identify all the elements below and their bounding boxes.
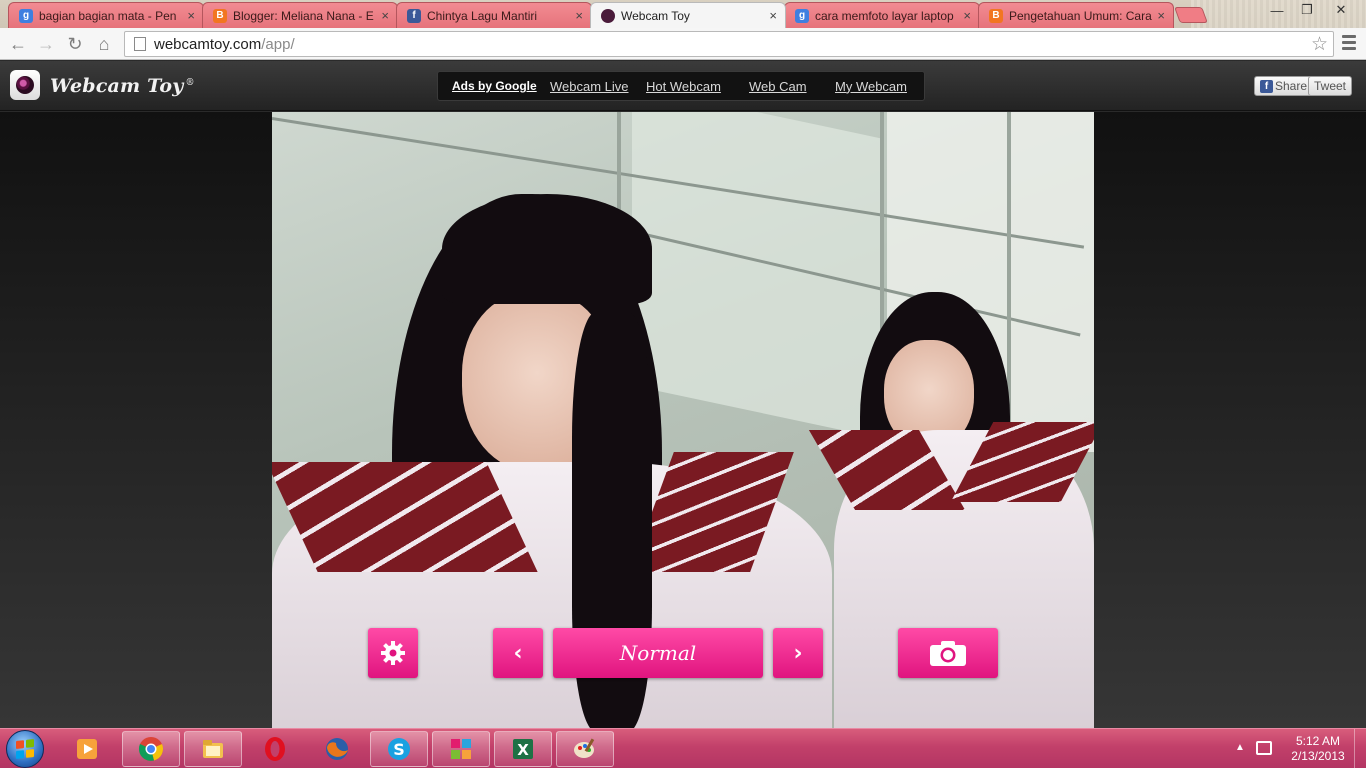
next-effect-button[interactable]: › — [773, 628, 823, 678]
settings-button[interactable] — [368, 628, 418, 678]
google-icon: g — [795, 8, 809, 23]
share-label: Share — [1275, 79, 1308, 93]
facebook-icon: f — [407, 8, 421, 23]
action-center-icon[interactable] — [1256, 741, 1272, 755]
blogger-icon: B — [989, 8, 1003, 23]
forward-arrow-icon[interactable]: → — [34, 32, 58, 56]
tab-title: Chintya Lagu Mantiri — [427, 8, 538, 23]
site-title: Webcam Toy ® — [50, 75, 195, 97]
page-icon — [134, 37, 146, 51]
google-icon: g — [19, 8, 33, 23]
close-tab-icon[interactable]: × — [765, 8, 777, 23]
tab-webcam-toy[interactable]: Webcam Toy × — [590, 2, 786, 28]
file-explorer-icon — [203, 740, 223, 758]
ads-by-google-link[interactable]: Ads by Google — [452, 79, 537, 93]
ad-link-hot-webcam[interactable]: Hot Webcam — [646, 79, 721, 94]
chevron-right-icon: › — [793, 640, 803, 666]
take-snapshot-button[interactable] — [898, 628, 998, 678]
taskbar-skype[interactable]: S — [370, 731, 428, 767]
photo-gallery-icon — [451, 739, 471, 759]
ad-links-bar: Ads by Google Webcam Live Hot Webcam Web… — [437, 71, 925, 101]
taskbar-photo-gallery[interactable] — [432, 731, 490, 767]
taskbar-media-player[interactable] — [58, 731, 116, 767]
opera-icon — [265, 737, 285, 761]
facebook-icon: f — [1260, 79, 1273, 93]
back-arrow-icon[interactable]: ← — [6, 32, 30, 56]
site-header: Webcam Toy ® Ads by Google Webcam Live Ho… — [0, 61, 1366, 111]
windows-logo-icon — [16, 739, 34, 759]
chrome-icon — [138, 737, 164, 761]
webcamtoy-icon — [601, 8, 615, 23]
close-tab-icon[interactable]: × — [1153, 8, 1165, 23]
tab-title: Pengetahuan Umum: Cara — [1009, 8, 1152, 23]
menu-icon[interactable] — [1342, 35, 1356, 53]
clock-time: 5:12 AM — [1295, 734, 1341, 748]
previous-effect-button[interactable]: ‹ — [493, 628, 543, 678]
excel-icon: X — [513, 739, 533, 759]
skype-icon: S — [388, 738, 410, 760]
close-window-icon[interactable]: ✕ — [1326, 0, 1356, 20]
windows-taskbar: S X ▲ 5:12 AM 2/13/2013 — [0, 728, 1366, 768]
registered-mark: ® — [185, 77, 195, 88]
start-button[interactable] — [6, 730, 44, 768]
browser-toolbar: ← → ↻ ⌂ webcamtoy.com/app/ ☆ — [0, 28, 1366, 60]
taskbar-explorer[interactable] — [184, 731, 242, 767]
taskbar-chrome[interactable] — [122, 731, 180, 767]
firefox-icon — [326, 738, 348, 760]
system-clock[interactable]: 5:12 AM 2/13/2013 — [1283, 734, 1353, 764]
facebook-share-button[interactable]: f Share — [1254, 76, 1314, 96]
tweet-button[interactable]: Tweet — [1308, 76, 1353, 96]
chevron-left-icon: ‹ — [513, 640, 523, 666]
reload-icon[interactable]: ↻ — [63, 32, 87, 56]
tab-blogger[interactable]: B Blogger: Meliana Nana - E × — [202, 2, 398, 28]
show-hidden-icons-icon[interactable]: ▲ — [1235, 742, 1245, 753]
browser-tab-strip: g bagian bagian mata - Pen × B Blogger: … — [0, 0, 1366, 28]
taskbar-firefox[interactable] — [308, 731, 366, 767]
close-tab-icon[interactable]: × — [571, 8, 583, 23]
webcamtoy-logo-icon[interactable] — [10, 70, 40, 100]
taskbar-opera[interactable] — [246, 731, 304, 767]
close-tab-icon[interactable]: × — [183, 8, 195, 23]
home-icon[interactable]: ⌂ — [92, 32, 116, 56]
clock-date: 2/13/2013 — [1291, 749, 1345, 763]
tab-pengetahuan-umum[interactable]: B Pengetahuan Umum: Cara × — [978, 2, 1174, 28]
blogger-icon: B — [213, 8, 227, 23]
svg-text:X: X — [517, 741, 529, 759]
tab-chintya[interactable]: f Chintya Lagu Mantiri × — [396, 2, 592, 28]
close-tab-icon[interactable]: × — [959, 8, 971, 23]
camera-icon — [930, 641, 966, 666]
url-host: webcamtoy.com — [154, 35, 262, 53]
address-bar[interactable]: webcamtoy.com/app/ — [124, 31, 1334, 57]
close-tab-icon[interactable]: × — [377, 8, 389, 23]
tab-title: Blogger: Meliana Nana - E — [233, 8, 374, 23]
paint-icon — [574, 738, 595, 758]
tab-bagian-bagian-mata[interactable]: g bagian bagian mata - Pen × — [8, 2, 204, 28]
new-tab-button[interactable] — [1174, 7, 1208, 23]
effect-name-button[interactable]: Normal — [553, 628, 763, 678]
minimize-icon[interactable]: — — [1262, 0, 1292, 20]
tweet-label: Tweet — [1314, 79, 1347, 93]
tab-title: bagian bagian mata - Pen — [39, 8, 177, 23]
effect-name: Normal — [619, 641, 697, 665]
taskbar-paint[interactable] — [556, 731, 614, 767]
ad-link-web-cam[interactable]: Web Cam — [749, 79, 807, 94]
show-desktop-button[interactable] — [1354, 729, 1366, 768]
bookmark-star-icon[interactable]: ☆ — [1311, 33, 1328, 56]
gear-icon — [381, 641, 405, 665]
tab-cara-memfoto[interactable]: g cara memfoto layar laptop × — [784, 2, 980, 28]
url-path: /app/ — [261, 35, 295, 53]
ad-link-webcam-live[interactable]: Webcam Live — [550, 79, 629, 94]
svg-text:S: S — [393, 740, 405, 759]
restore-icon[interactable]: ❐ — [1292, 0, 1322, 20]
media-player-icon — [77, 739, 97, 759]
tab-title: Webcam Toy — [621, 8, 690, 23]
taskbar-excel[interactable]: X — [494, 731, 552, 767]
tab-title: cara memfoto layar laptop — [815, 8, 954, 23]
ad-link-my-webcam[interactable]: My Webcam — [835, 79, 907, 94]
site-title-text: Webcam Toy — [50, 75, 184, 97]
